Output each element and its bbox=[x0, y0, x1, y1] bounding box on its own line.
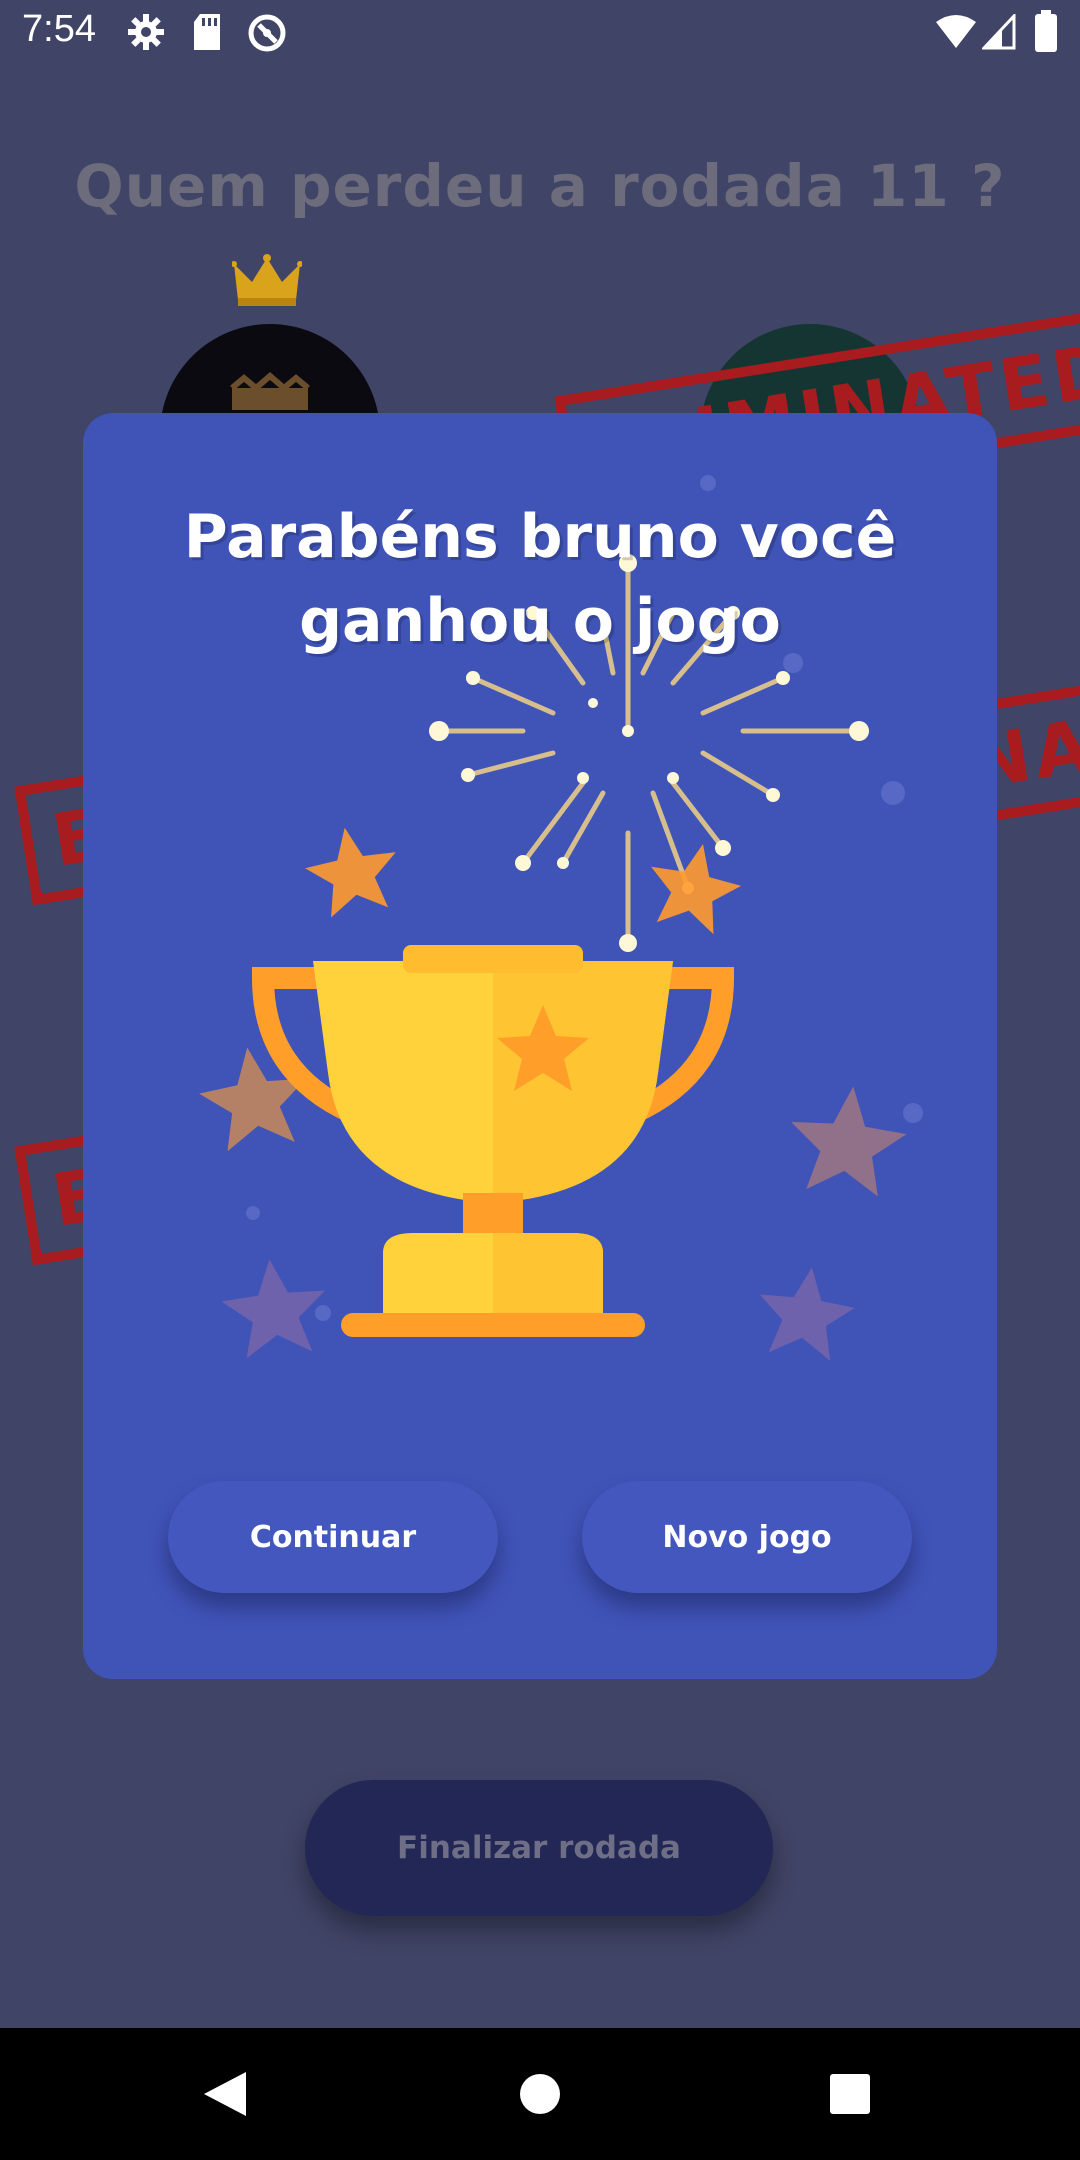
home-icon[interactable] bbox=[474, 2028, 606, 2160]
data-saver-icon bbox=[248, 14, 286, 52]
winner-title-line2: ganhou o jogo bbox=[299, 586, 781, 656]
back-icon[interactable] bbox=[160, 2028, 292, 2160]
round-question-title: Quem perdeu a rodada 11 ? bbox=[74, 152, 1006, 220]
winner-title-line1: Parabéns bruno você bbox=[183, 502, 897, 572]
status-time: 7:54 bbox=[22, 8, 96, 50]
new-game-button[interactable]: Novo jogo bbox=[582, 1481, 912, 1593]
settings-icon bbox=[128, 14, 164, 50]
crown-icon bbox=[232, 254, 302, 306]
recents-icon[interactable] bbox=[784, 2028, 916, 2160]
continue-button[interactable]: Continuar bbox=[168, 1481, 498, 1593]
winner-title: Parabéns bruno você ganhou o jogo bbox=[83, 495, 997, 663]
battery-icon bbox=[1035, 10, 1057, 52]
trophy-icon bbox=[251, 945, 735, 1337]
signal-icon bbox=[982, 14, 1016, 50]
navigation-bar bbox=[0, 2028, 1080, 2160]
finalize-round-button[interactable]: Finalizar rodada bbox=[305, 1780, 773, 1916]
status-bar: 7:54 bbox=[0, 0, 1080, 66]
sd-card-icon bbox=[194, 14, 220, 50]
wifi-icon bbox=[936, 15, 976, 48]
winner-dialog: Parabéns bruno você ganhou o jogo Contin… bbox=[83, 413, 997, 1679]
